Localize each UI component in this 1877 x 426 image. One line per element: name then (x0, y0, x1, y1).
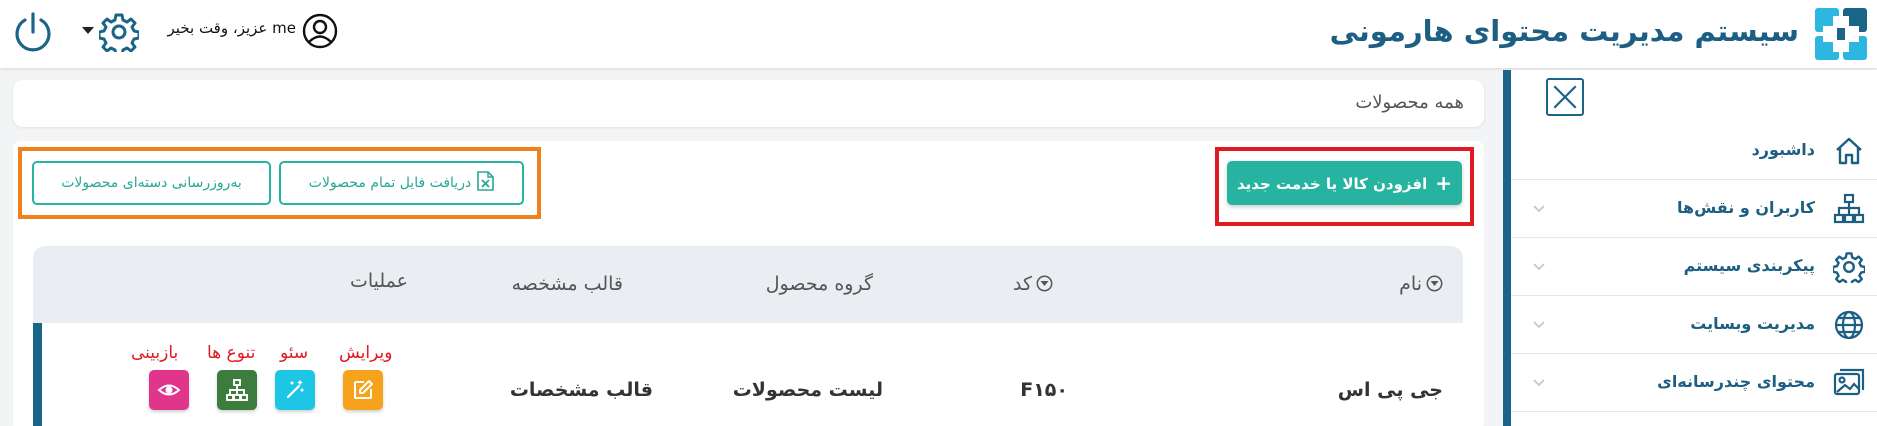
cell-group: لیست محصولات (732, 379, 883, 401)
top-bar: سیستم مدیریت محتوای هارمونی me عزیز، وقت… (0, 0, 1877, 68)
chevron-down-icon[interactable] (82, 27, 94, 34)
globe-icon (1834, 310, 1864, 340)
cell-code: F۱۵۰ (1020, 379, 1068, 401)
sitemap-icon (1833, 193, 1865, 224)
plus-icon: + (1435, 171, 1452, 195)
column-header-name[interactable]: نام (1399, 273, 1443, 295)
sidebar-item-label: محتوای چندرسانه‌ای (1657, 372, 1815, 391)
close-icon[interactable] (1546, 78, 1584, 116)
edit-annotation: ویرایش (339, 343, 393, 363)
column-header-group: گروه محصول (765, 273, 873, 295)
power-icon[interactable] (12, 11, 54, 53)
cell-name: جی پی اس (1337, 379, 1443, 401)
sidebar: داشبورد کاربران و نقش‌ها پیکربندی سیستم (1503, 70, 1877, 426)
filter-icon[interactable] (1426, 275, 1443, 292)
chevron-down-icon (1533, 205, 1545, 213)
eye-icon (157, 384, 181, 396)
sidebar-item-multimedia[interactable]: محتوای چندرسانه‌ای (1511, 354, 1877, 412)
seo-annotation: سئو (280, 343, 309, 363)
sidebar-item-system-config[interactable]: پیکربندی سیستم (1511, 238, 1877, 296)
sidebar-item-label: مدیریت وبسایت (1690, 314, 1815, 333)
column-label: کد (1012, 273, 1032, 295)
variants-button[interactable] (217, 370, 257, 410)
page-title: همه محصولات (1355, 92, 1464, 113)
chevron-down-icon (1533, 379, 1545, 387)
harmony-logo-icon (1815, 8, 1867, 60)
sidebar-item-label: داشبورد (1751, 140, 1815, 159)
gear-icon (1833, 252, 1865, 283)
view-annotation: بازبینی (131, 343, 179, 363)
excel-file-icon (477, 171, 495, 191)
seo-button[interactable] (275, 370, 315, 410)
user-avatar-icon[interactable] (302, 13, 338, 49)
home-icon (1836, 137, 1862, 165)
edit-icon (354, 380, 373, 399)
brand-title: سیستم مدیریت محتوای هارمونی (1329, 14, 1799, 48)
page-title-card: همه محصولات (13, 80, 1484, 127)
column-header-operations: عملیات (349, 270, 408, 292)
gear-icon[interactable] (99, 12, 139, 52)
download-products-button[interactable]: دریافت فایل تمام محصولات (279, 161, 524, 205)
cell-template: قالب مشخصات (509, 379, 653, 401)
sidebar-item-users-roles[interactable]: کاربران و نقش‌ها (1511, 180, 1877, 238)
add-product-button[interactable]: + افزودن کالا یا خدمت جدید (1227, 161, 1462, 205)
download-products-label: دریافت فایل تمام محصولات (308, 175, 472, 191)
column-header-code[interactable]: کد (1013, 273, 1053, 295)
batch-update-button[interactable]: به‌روزرسانی دسته‌ای محصولات (32, 161, 271, 205)
batch-update-label: به‌روزرسانی دسته‌ای محصولات (61, 175, 242, 191)
column-label: نام (1399, 273, 1422, 295)
sidebar-item-label: پیکربندی سیستم (1683, 256, 1815, 275)
user-greeting: me عزیز، وقت بخیر (167, 19, 296, 37)
sidebar-item-label: کاربران و نقش‌ها (1677, 198, 1815, 217)
magic-wand-icon (286, 380, 304, 399)
table-header: نام کد گروه محصول قالب مشخصه عملیات (33, 246, 1463, 323)
images-icon (1833, 368, 1865, 396)
view-button[interactable] (149, 370, 189, 410)
filter-icon[interactable] (1036, 275, 1053, 292)
edit-button[interactable] (343, 370, 383, 410)
variants-annotation: تنوع ها (207, 343, 256, 363)
add-product-label: افزودن کالا یا خدمت جدید (1237, 175, 1428, 193)
column-header-template: قالب مشخصه (511, 273, 623, 295)
sidebar-item-website[interactable]: مدیریت وبسایت (1511, 296, 1877, 354)
sidebar-item-dashboard[interactable]: داشبورد (1511, 122, 1877, 180)
chevron-down-icon (1533, 321, 1545, 329)
sitemap-icon (226, 379, 248, 401)
chevron-down-icon (1533, 263, 1545, 271)
row-indicator (33, 323, 42, 426)
sidebar-edge (1503, 70, 1511, 426)
